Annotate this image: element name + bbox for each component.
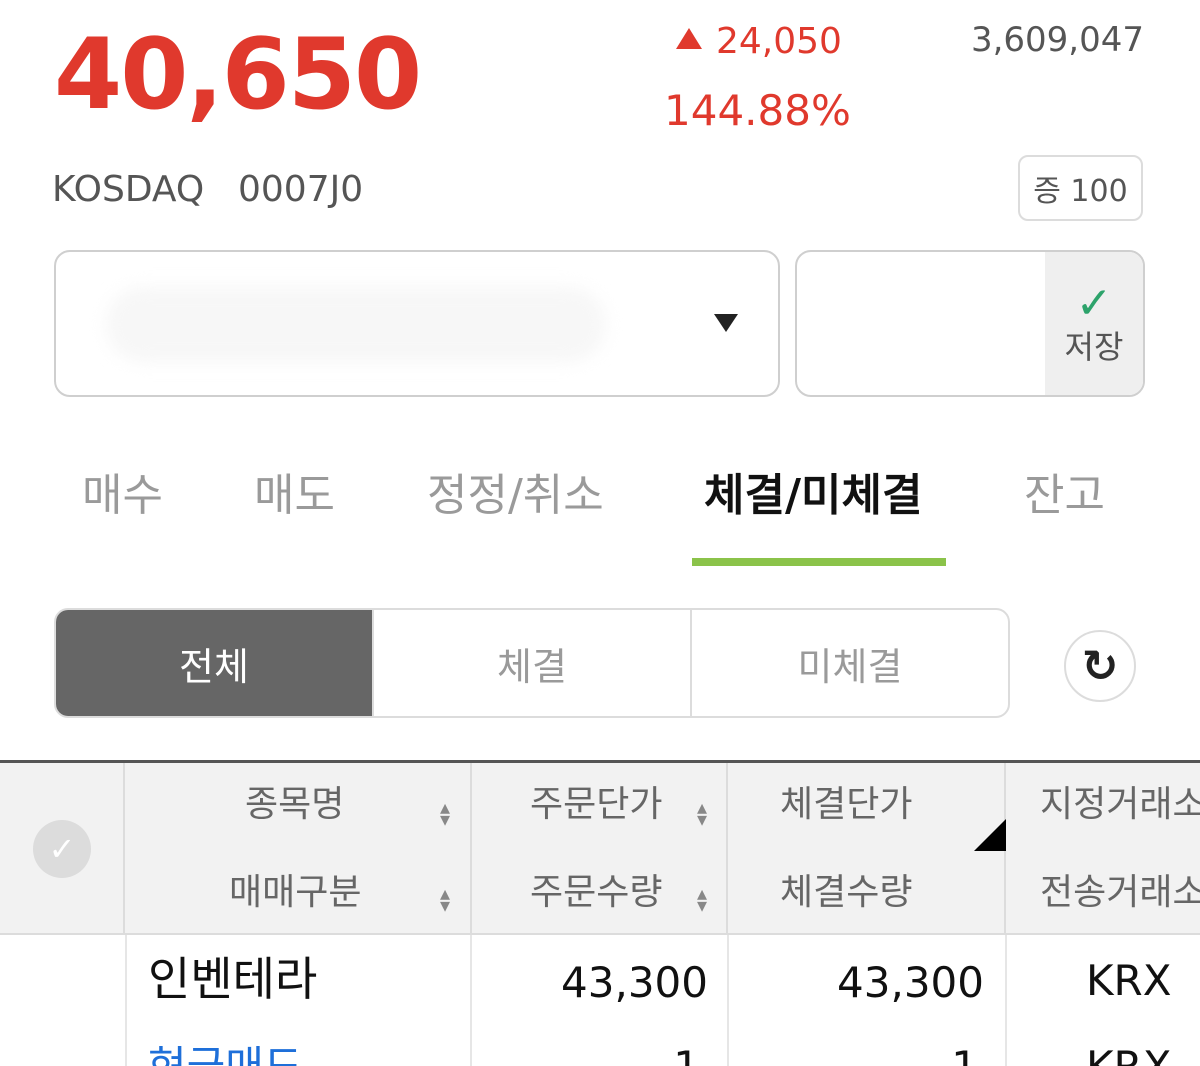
row-designated-exchange: KRX (1086, 956, 1172, 1005)
header-exec-price: 체결단가 (780, 784, 913, 825)
row-order-price: 43,300 (561, 958, 708, 1007)
save-label: 저장 (1064, 327, 1124, 366)
column-divider (1005, 935, 1007, 1066)
row-trade-type: 현금매도 (148, 1043, 303, 1066)
tab-executed-unexecuted[interactable]: 체결/미체결 (704, 468, 922, 524)
column-corner-marker-icon (974, 819, 1006, 851)
check-icon: ✓ (1075, 277, 1113, 329)
current-price: 40,650 (54, 18, 422, 132)
header-order-price: 주문단가 (530, 784, 663, 825)
table-row[interactable]: 인벤테라 현금매도 43,300 1 43,300 1 KRX KRX (0, 935, 1200, 1066)
change-rate: 144.88% (664, 86, 851, 135)
column-divider (727, 935, 729, 1066)
header-sent-exchange: 전송거래소 (1040, 872, 1200, 913)
active-tab-indicator (692, 558, 946, 566)
market-label: KOSDAQ (52, 169, 205, 210)
exec-column-header[interactable]: 체결단가 체결수량 (728, 763, 1006, 933)
header-exec-qty: 체결수량 (780, 872, 913, 913)
price-change-value: 24,050 (716, 21, 842, 62)
sort-icon[interactable]: ▴ ▾ (694, 797, 710, 829)
password-field[interactable]: ✓ 저장 (795, 250, 1145, 397)
exchange-column-header[interactable]: 지정거래소 전송거래소 (1006, 763, 1200, 933)
header-designated-exchange: 지정거래소 (1040, 784, 1200, 825)
row-order-qty: 1 (673, 1043, 700, 1066)
account-number-redacted (106, 287, 606, 362)
up-triangle-icon (676, 28, 702, 49)
filter-executed[interactable]: 체결 (372, 610, 690, 716)
row-exec-qty: 1 (951, 1043, 978, 1066)
name-column-header[interactable]: 종목명 ▴ ▾ 매매구분 ▴ ▾ (125, 763, 472, 933)
tab-modify-cancel[interactable]: 정정/취소 (427, 468, 604, 524)
filter-unexecuted[interactable]: 미체결 (690, 610, 1008, 716)
trade-volume: 3,609,047 (970, 20, 1144, 60)
column-divider (125, 935, 127, 1066)
margin-rate-badge[interactable]: 증 100 (1018, 155, 1143, 221)
stock-code: 0007J0 (238, 169, 364, 210)
refresh-icon: ↻ (1081, 640, 1119, 692)
header-trade-type: 매매구분 (229, 872, 362, 913)
filter-all[interactable]: 전체 (56, 610, 372, 716)
dropdown-caret-icon (714, 314, 738, 332)
row-exec-price: 43,300 (837, 958, 984, 1007)
header-order-qty: 주문수량 (530, 872, 663, 913)
row-sent-exchange: KRX (1086, 1043, 1172, 1066)
sort-icon[interactable]: ▴ ▾ (437, 883, 453, 915)
order-column-header[interactable]: 주문단가 ▴ ▾ 주문수량 ▴ ▾ (472, 763, 728, 933)
tab-balance[interactable]: 잔고 (1024, 468, 1105, 524)
refresh-button[interactable]: ↻ (1064, 630, 1136, 702)
table-header: ✓ 종목명 ▴ ▾ 매매구분 ▴ ▾ 주문단가 ▴ ▾ 주문수량 ▴ ▾ 체결단가 체결… (0, 760, 1200, 935)
row-stock-name: 인벤테라 (148, 952, 318, 1006)
price-change: 24,050 (676, 22, 842, 62)
header-name: 종목명 (245, 784, 345, 825)
tab-buy[interactable]: 매수 (82, 468, 163, 524)
save-password-button[interactable]: ✓ 저장 (1045, 252, 1143, 395)
execution-filter: 전체 체결 미체결 (54, 608, 1010, 718)
sort-icon[interactable]: ▴ ▾ (694, 883, 710, 915)
tab-sell[interactable]: 매도 (254, 468, 335, 524)
sort-icon[interactable]: ▴ ▾ (437, 797, 453, 829)
select-column: ✓ (0, 763, 125, 933)
select-all-check-icon[interactable]: ✓ (33, 820, 91, 878)
column-divider (470, 935, 472, 1066)
account-selector[interactable] (54, 250, 780, 397)
